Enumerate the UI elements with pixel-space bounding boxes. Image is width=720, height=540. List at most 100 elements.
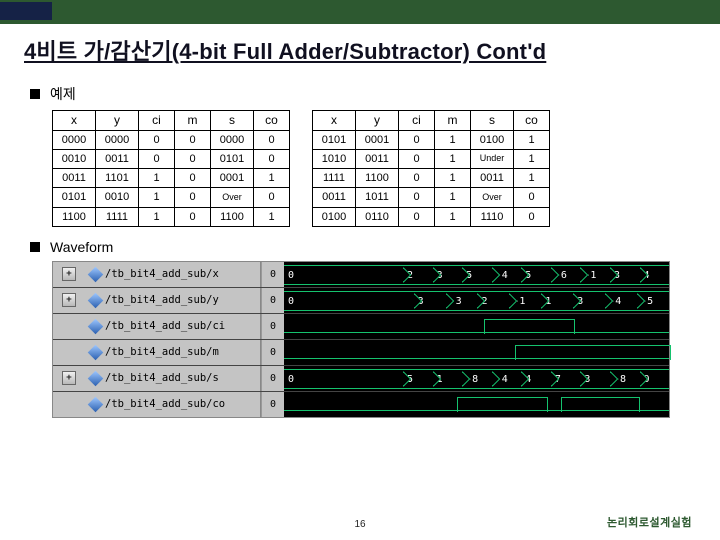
col-header: y: [356, 111, 399, 131]
table-cell: 1110: [471, 207, 514, 226]
signal-label: /tb_bit4_add_sub/y: [105, 294, 219, 306]
table-cell: 1: [514, 131, 550, 150]
table-cell: 0100: [313, 207, 356, 226]
table-cell: 1: [139, 169, 175, 188]
bus-segment: -4: [492, 369, 522, 389]
table-row: 110011111011001: [53, 207, 290, 226]
table-row: 010001100111100: [313, 207, 550, 226]
signal-name[interactable]: /tb_bit4_add_sub/x: [85, 262, 261, 287]
table-cell: 0101: [53, 188, 96, 207]
table-cell: 0000: [211, 131, 254, 150]
wave-row: /tb_bit4_add_sub/co0: [53, 392, 669, 417]
bus-segment: 5: [462, 265, 492, 285]
bus-segment: 0: [284, 369, 403, 389]
waveform-panel: +/tb_bit4_add_sub/x00235-45-6-134+/tb_bi…: [52, 261, 670, 418]
table-cell: Over: [211, 188, 254, 207]
bullet-icon: [30, 89, 40, 99]
table-cell: Over: [471, 188, 514, 207]
bus-segment: 5: [403, 369, 433, 389]
slide-content: 예제 xycimsco00000000000000000100011000101…: [30, 84, 690, 418]
wave-row: + /tb_bit4_add_sub/x 00235-45-6-134: [53, 262, 669, 288]
bus-segment: -3: [446, 291, 478, 311]
table-cell: 0: [175, 169, 211, 188]
table-cell: 0011: [53, 169, 96, 188]
table-row: 0101001010Over0: [53, 188, 290, 207]
table-cell: 0011: [313, 188, 356, 207]
table-cell: 0011: [96, 150, 139, 169]
bus-segment: 3: [580, 369, 610, 389]
signal-expand-controls: +: [53, 366, 85, 391]
bus-segment: 5: [521, 265, 551, 285]
table-cell: 0: [514, 188, 550, 207]
bus-segment: -4: [605, 291, 637, 311]
table-cell: 0: [254, 150, 290, 169]
bullet-label: 예제: [50, 84, 76, 104]
table-cell: 1: [435, 169, 471, 188]
plus-icon[interactable]: +: [62, 267, 76, 281]
truth-table-right: xycimsco0101000101010011010001101Under11…: [312, 110, 550, 227]
diamond-icon: [88, 344, 104, 360]
bus-segment: -1: [580, 265, 610, 285]
table-cell: 1111: [313, 169, 356, 188]
bus-segment: 0: [284, 291, 414, 311]
bullet-label: Waveform: [50, 239, 113, 255]
bus-segment: 7: [551, 369, 581, 389]
signal-name[interactable]: /tb_bit4_add_sub/y: [85, 288, 261, 313]
table-cell: 1: [139, 207, 175, 226]
signal-label: /tb_bit4_add_sub/ci: [105, 320, 225, 332]
signal-expand-controls: +: [53, 288, 85, 313]
table-row: 000000000000000: [53, 131, 290, 150]
col-header: x: [313, 111, 356, 131]
wave-row: /tb_bit4_add_sub/ci0: [53, 314, 669, 340]
signal-name[interactable]: /tb_bit4_add_sub/ci: [85, 314, 261, 339]
table-cell: 1: [435, 150, 471, 169]
bit-high: [484, 319, 575, 334]
table-cell: 0011: [356, 150, 399, 169]
table-row: 001111011000011: [53, 169, 290, 188]
bus-segment: 3: [610, 265, 640, 285]
table-cell: 0101: [313, 131, 356, 150]
signal-name[interactable]: /tb_bit4_add_sub/co: [85, 392, 261, 417]
bus-track: 0235-45-6-134: [284, 265, 669, 283]
table-cell: 0011: [471, 169, 514, 188]
table-cell: 0: [399, 207, 435, 226]
signal-name[interactable]: /tb_bit4_add_sub/m: [85, 340, 261, 365]
signal-label: /tb_bit4_add_sub/co: [105, 398, 225, 410]
bit-high: [561, 397, 640, 412]
signal-init-value: 0: [261, 262, 284, 287]
table-cell: 0000: [96, 131, 139, 150]
signal-expand-controls: [53, 392, 85, 417]
col-header: y: [96, 111, 139, 131]
table-row: 1010001101Under1: [313, 150, 550, 169]
plus-icon[interactable]: +: [62, 293, 76, 307]
bit-high: [457, 397, 548, 412]
col-header: m: [175, 111, 211, 131]
table-cell: 0: [175, 131, 211, 150]
table-cell: 1101: [96, 169, 139, 188]
wave-area: [284, 340, 669, 365]
tables-row: xycimsco00000000000000000100011000101000…: [52, 110, 690, 227]
bus-track: 051-8-4473-80: [284, 369, 669, 387]
bus-segment: 3: [433, 265, 463, 285]
table-cell: 0010: [53, 150, 96, 169]
table-cell: 1: [254, 207, 290, 226]
bus-segment: -1: [509, 291, 541, 311]
table-cell: 0100: [471, 131, 514, 150]
wave-area: [284, 314, 669, 339]
slide-title: 4비트 가/감산기(4-bit Full Adder/Subtractor) C…: [24, 34, 546, 66]
bus-segment: -6: [551, 265, 581, 285]
table-cell: 1100: [53, 207, 96, 226]
plus-icon[interactable]: +: [62, 371, 76, 385]
signal-label: /tb_bit4_add_sub/x: [105, 268, 219, 280]
table-row: 001000110001010: [53, 150, 290, 169]
table-cell: 0: [254, 188, 290, 207]
diamond-icon: [88, 318, 104, 334]
col-header: s: [471, 111, 514, 131]
wave-row: + /tb_bit4_add_sub/s 0051-8-4473-80: [53, 366, 669, 392]
signal-name[interactable]: /tb_bit4_add_sub/s: [85, 366, 261, 391]
col-header: ci: [399, 111, 435, 131]
table-cell: 1011: [356, 188, 399, 207]
table-cell: 0: [175, 207, 211, 226]
diamond-icon: [88, 396, 104, 412]
accent-bar: [0, 0, 720, 24]
